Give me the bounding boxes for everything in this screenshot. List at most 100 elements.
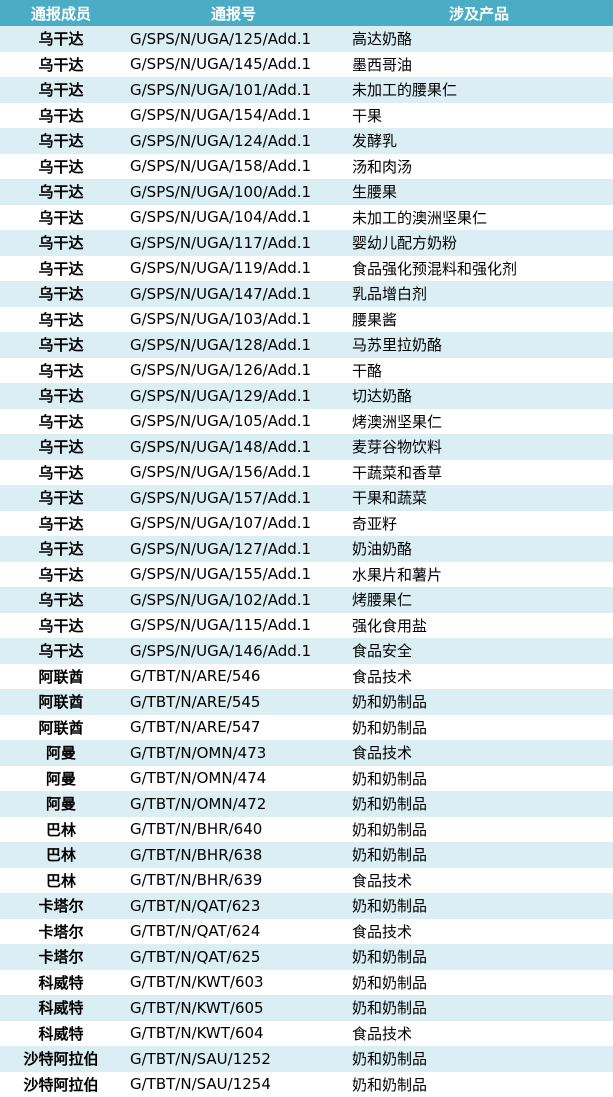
- notification-number-cell: G/TBT/N/QAT/623: [130, 896, 261, 915]
- table-row: 卡塔尔 G/TBT/N/QAT/623 奶和奶制品: [0, 893, 613, 919]
- product-cell: 烤澳洲坚果仁: [352, 412, 443, 431]
- notification-number-cell: G/SPS/N/UGA/105/Add.1: [130, 412, 312, 431]
- notification-number-cell: G/TBT/N/KWT/604: [130, 1024, 264, 1043]
- member-cell: 阿曼: [45, 795, 76, 814]
- product-cell: 乳品增白剂: [352, 285, 428, 304]
- product-cell: 烤腰果仁: [352, 591, 413, 610]
- table-row: 乌干达 G/SPS/N/UGA/156/Add.1 干蔬菜和香草: [0, 459, 613, 485]
- product-cell: 婴幼儿配方奶粉: [352, 234, 458, 253]
- member-cell: 巴林: [45, 846, 76, 865]
- member-cell: 阿联酋: [38, 693, 84, 712]
- table-row: 乌干达 G/SPS/N/UGA/128/Add.1 马苏里拉奶酪: [0, 332, 613, 358]
- member-cell: 乌干达: [38, 310, 84, 329]
- member-cell: 乌干达: [38, 540, 84, 559]
- notification-number-cell: G/TBT/N/ARE/546: [130, 667, 261, 686]
- member-cell: 乌干达: [38, 591, 84, 610]
- table-row: 乌干达 G/SPS/N/UGA/157/Add.1 干果和蔬菜: [0, 485, 613, 511]
- notification-number-cell: G/TBT/N/OMN/473: [130, 743, 267, 762]
- member-cell: 乌干达: [38, 616, 84, 635]
- notification-number-cell: G/SPS/N/UGA/129/Add.1: [130, 386, 312, 405]
- table-row: 乌干达 G/SPS/N/UGA/154/Add.1 干果: [0, 102, 613, 128]
- table-row: 乌干达 G/SPS/N/UGA/105/Add.1 烤澳洲坚果仁: [0, 408, 613, 434]
- table-row: 乌干达 G/SPS/N/UGA/155/Add.1 水果片和薯片: [0, 561, 613, 587]
- member-cell: 乌干达: [38, 565, 84, 584]
- member-cell: 乌干达: [38, 642, 84, 661]
- notification-number-cell: G/TBT/N/KWT/603: [130, 973, 264, 992]
- table-row: 巴林 G/TBT/N/BHR/640 奶和奶制品: [0, 816, 613, 842]
- table-row: 乌干达 G/SPS/N/UGA/145/Add.1 墨西哥油: [0, 51, 613, 77]
- notification-number-cell: G/SPS/N/UGA/157/Add.1: [130, 488, 312, 507]
- notification-number-cell: G/SPS/N/UGA/100/Add.1: [130, 182, 312, 201]
- product-cell: 奶和奶制品: [352, 820, 428, 839]
- table-row: 巴林 G/TBT/N/BHR/638 奶和奶制品: [0, 842, 613, 868]
- product-cell: 腰果酱: [352, 310, 398, 329]
- product-cell: 未加工的澳洲坚果仁: [352, 208, 488, 227]
- product-cell: 生腰果: [352, 183, 398, 202]
- member-cell: 卡塔尔: [38, 897, 84, 916]
- product-cell: 奇亚籽: [352, 514, 398, 533]
- product-cell: 奶和奶制品: [352, 718, 428, 737]
- member-cell: 乌干达: [38, 81, 84, 100]
- product-cell: 干果: [352, 106, 383, 125]
- notification-number-cell: G/SPS/N/UGA/124/Add.1: [130, 131, 312, 150]
- product-cell: 食品技术: [352, 1024, 413, 1043]
- notification-number-cell: G/TBT/N/ARE/547: [130, 718, 261, 737]
- product-cell: 墨西哥油: [352, 55, 413, 74]
- notification-number-cell: G/SPS/N/UGA/117/Add.1: [130, 233, 312, 252]
- member-cell: 乌干达: [38, 489, 84, 508]
- table-row: 乌干达 G/SPS/N/UGA/147/Add.1 乳品增白剂: [0, 281, 613, 307]
- notification-number-cell: G/SPS/N/UGA/145/Add.1: [130, 55, 312, 74]
- header-notification-number: 通报号: [210, 4, 256, 23]
- notification-number-cell: G/TBT/N/QAT/624: [130, 922, 261, 941]
- member-cell: 乌干达: [38, 514, 84, 533]
- table-row: 科威特 G/TBT/N/KWT/605 奶和奶制品: [0, 995, 613, 1021]
- member-cell: 阿曼: [45, 744, 76, 763]
- product-cell: 食品强化预混料和强化剂: [352, 259, 518, 278]
- member-cell: 乌干达: [38, 30, 84, 49]
- table-row: 乌干达 G/SPS/N/UGA/102/Add.1 烤腰果仁: [0, 587, 613, 613]
- notification-number-cell: G/SPS/N/UGA/147/Add.1: [130, 284, 312, 303]
- product-cell: 奶和奶制品: [352, 973, 428, 992]
- member-cell: 乌干达: [38, 361, 84, 380]
- member-cell: 乌干达: [38, 208, 84, 227]
- table-body: 乌干达 G/SPS/N/UGA/125/Add.1 高达奶酪 乌干达 G/SPS/N/U…: [0, 26, 613, 1097]
- product-cell: 奶和奶制品: [352, 693, 428, 712]
- table-header: 通报成员 通报号 涉及产品: [0, 0, 613, 26]
- table-row: 沙特阿拉伯 G/TBT/N/SAU/1252 奶和奶制品: [0, 1046, 613, 1072]
- notification-number-cell: G/TBT/N/OMN/474: [130, 769, 267, 788]
- notification-number-cell: G/TBT/N/QAT/625: [130, 947, 261, 966]
- product-cell: 麦芽谷物饮料: [352, 438, 443, 457]
- table-row: 乌干达 G/SPS/N/UGA/125/Add.1 高达奶酪: [0, 26, 613, 52]
- product-cell: 奶和奶制品: [352, 1050, 428, 1069]
- member-cell: 巴林: [45, 871, 76, 890]
- table-row: 乌干达 G/SPS/N/UGA/126/Add.1 干酪: [0, 357, 613, 383]
- product-cell: 奶和奶制品: [352, 846, 428, 865]
- product-cell: 强化食用盐: [352, 616, 428, 635]
- product-cell: 奶和奶制品: [352, 897, 428, 916]
- notification-number-cell: G/TBT/N/BHR/640: [130, 820, 263, 839]
- member-cell: 乌干达: [38, 285, 84, 304]
- product-cell: 奶和奶制品: [352, 795, 428, 814]
- notification-number-cell: G/SPS/N/UGA/126/Add.1: [130, 361, 312, 380]
- table-row: 巴林 G/TBT/N/BHR/639 食品技术: [0, 867, 613, 893]
- product-cell: 马苏里拉奶酪: [352, 336, 443, 355]
- table-row: 乌干达 G/SPS/N/UGA/158/Add.1 汤和肉汤: [0, 153, 613, 179]
- member-cell: 卡塔尔: [38, 948, 84, 967]
- member-cell: 巴林: [45, 820, 76, 839]
- notification-number-cell: G/SPS/N/UGA/104/Add.1: [130, 208, 312, 227]
- member-cell: 乌干达: [38, 438, 84, 457]
- member-cell: 阿曼: [45, 769, 76, 788]
- notification-number-cell: G/SPS/N/UGA/155/Add.1: [130, 565, 312, 584]
- table-row: 沙特阿拉伯 G/TBT/N/SAU/1254 奶和奶制品: [0, 1071, 613, 1097]
- table-row: 乌干达 G/SPS/N/UGA/146/Add.1 食品安全: [0, 638, 613, 664]
- product-cell: 食品技术: [352, 744, 413, 763]
- member-cell: 乌干达: [38, 412, 84, 431]
- notification-number-cell: G/SPS/N/UGA/119/Add.1: [130, 259, 312, 278]
- member-cell: 科威特: [38, 1024, 84, 1043]
- table-row: 科威特 G/TBT/N/KWT/603 奶和奶制品: [0, 969, 613, 995]
- notification-number-cell: G/SPS/N/UGA/102/Add.1: [130, 590, 312, 609]
- product-cell: 奶和奶制品: [352, 769, 428, 788]
- member-cell: 沙特阿拉伯: [23, 1050, 99, 1069]
- notification-number-cell: G/TBT/N/BHR/639: [130, 871, 263, 890]
- table-row: 阿联酋 G/TBT/N/ARE/545 奶和奶制品: [0, 689, 613, 715]
